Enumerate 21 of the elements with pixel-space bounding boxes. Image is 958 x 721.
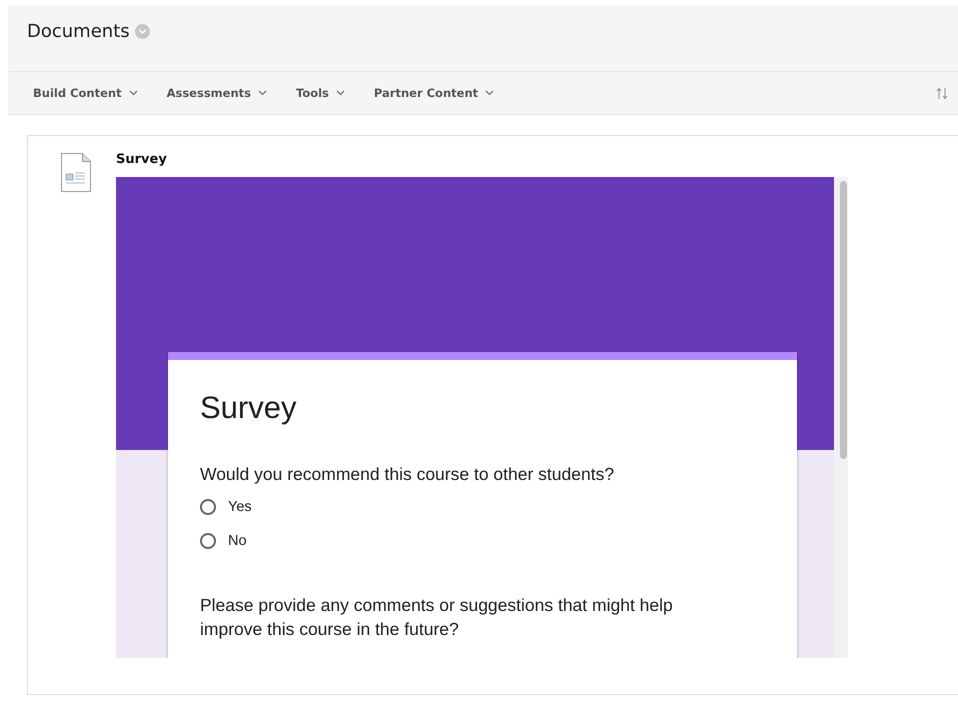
question-text: Please provide any comments or suggestions that might help improve this course in the future? xyxy=(200,594,674,641)
caret-icon xyxy=(128,90,138,96)
item-title[interactable]: Survey xyxy=(116,152,848,167)
radio-button[interactable] xyxy=(200,532,216,548)
form-title: Survey xyxy=(200,390,298,426)
menu-button[interactable]: Partner Content xyxy=(366,82,502,104)
menu-button[interactable]: Build Content xyxy=(26,82,145,104)
caret-icon xyxy=(485,90,494,96)
option-label[interactable]: Yes xyxy=(228,498,252,514)
option-label[interactable]: No xyxy=(228,532,247,548)
sort-icon[interactable] xyxy=(936,86,948,100)
document-icon xyxy=(60,152,92,194)
menu-button[interactable]: Assessments xyxy=(160,82,274,104)
caret-icon xyxy=(258,90,267,96)
radio-button[interactable] xyxy=(200,498,216,514)
caret-icon xyxy=(336,90,345,96)
question-text: Would you recommend this course to other students? xyxy=(200,463,616,486)
scrollbar-thumb[interactable] xyxy=(840,181,847,459)
menu-button[interactable]: Tools xyxy=(289,82,352,104)
chevron-circle-icon[interactable] xyxy=(134,24,150,38)
page-title: Documents xyxy=(27,20,130,42)
